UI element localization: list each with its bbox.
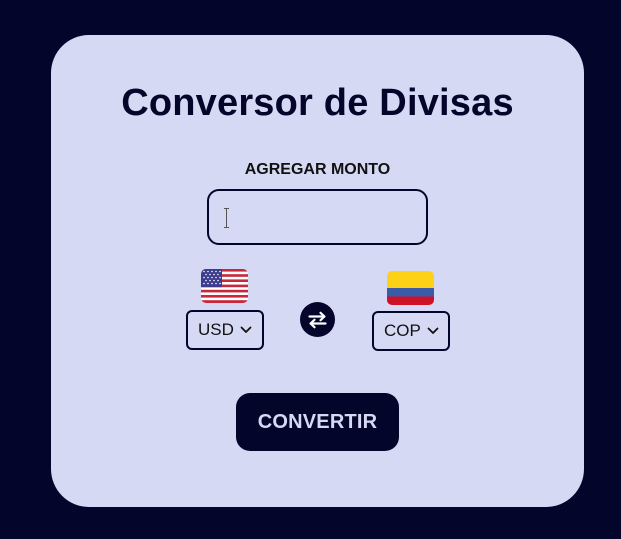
us-flag-icon xyxy=(201,269,248,303)
swap-currencies-button[interactable] xyxy=(300,302,335,337)
from-currency-value: USD xyxy=(198,320,234,339)
chevron-down-icon xyxy=(427,327,439,334)
text-cursor-icon xyxy=(224,208,229,228)
convert-button[interactable]: CONVERTIR xyxy=(236,393,399,451)
page-title: Conversor de Divisas xyxy=(121,82,514,124)
amount-label: AGREGAR MONTO xyxy=(244,161,391,178)
converter-card: Conversor de Divisas AGREGAR MONTO USD C… xyxy=(51,35,584,507)
to-currency-select[interactable]: COP xyxy=(372,311,450,351)
to-currency-value: COP xyxy=(384,321,421,340)
chevron-down-icon xyxy=(240,326,252,333)
swap-arrows-icon xyxy=(308,311,327,328)
from-currency-select[interactable]: USD xyxy=(186,310,264,350)
colombia-flag-icon xyxy=(387,271,434,305)
amount-input[interactable] xyxy=(207,189,428,245)
